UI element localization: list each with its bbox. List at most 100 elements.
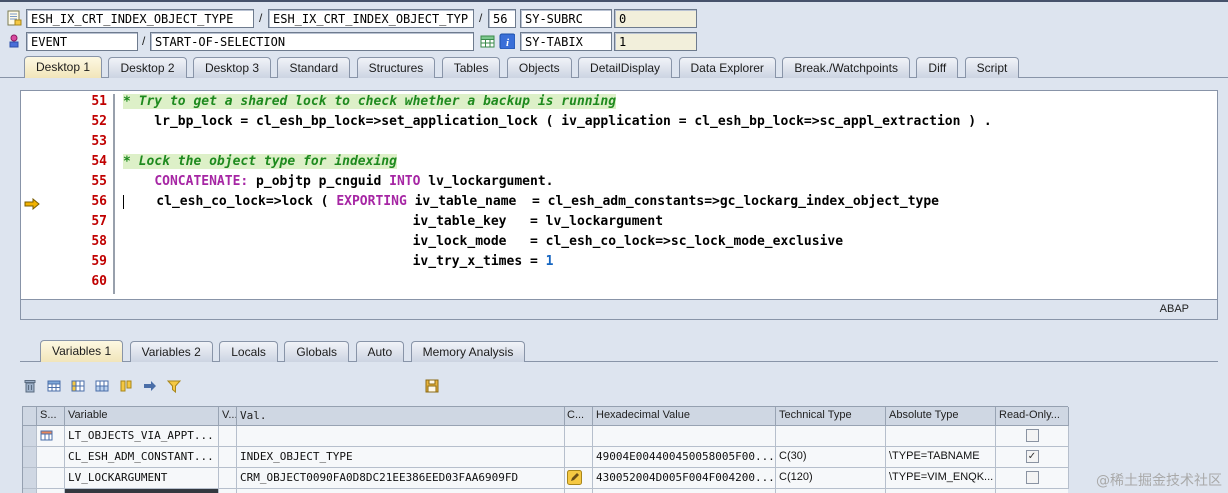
tab-tables[interactable]: Tables	[441, 57, 501, 78]
tab-detaildisplay[interactable]: DetailDisplay	[578, 57, 673, 78]
code-text[interactable]: lr_bp_lock = cl_esh_bp_lock=>set_applica…	[115, 114, 1217, 134]
tab-variables-2[interactable]: Variables 2	[129, 341, 213, 362]
line-field[interactable]	[488, 9, 516, 28]
table-select-icon[interactable]	[68, 376, 88, 396]
tab-auto[interactable]: Auto	[355, 341, 405, 362]
code-text[interactable]: iv_try_x_times = 1	[115, 254, 1217, 274]
row-selector[interactable]	[23, 426, 37, 447]
read-only-checkbox[interactable]	[1025, 471, 1039, 484]
tab-memory-analysis[interactable]: Memory Analysis	[410, 341, 526, 362]
table-row[interactable]: LT_OBJECTS_VIA_APPT...	[23, 426, 1069, 447]
col-val[interactable]: Val.	[237, 407, 565, 426]
tab-diff[interactable]: Diff	[916, 57, 959, 78]
col-v[interactable]: V...	[219, 407, 237, 426]
tab-objects[interactable]: Objects	[506, 57, 572, 78]
variable-value[interactable]: CRM_OBJECT0090FA0D8DC21EE386EED03FAA6909…	[237, 468, 565, 489]
tab-desktop-1[interactable]: Desktop 1	[24, 56, 103, 78]
breakpoint-gutter[interactable]	[21, 254, 61, 274]
include-field-2[interactable]	[268, 9, 474, 28]
event-type-field[interactable]	[26, 32, 138, 51]
table-row[interactable]: CL_ESH_ADM_CONSTANT... INDEX_OBJECT_TYPE…	[23, 447, 1069, 468]
read-only-checkbox[interactable]: ✓	[1025, 450, 1039, 463]
line-number: 57	[91, 214, 107, 229]
breakpoint-gutter[interactable]	[21, 134, 61, 154]
breakpoint-gutter[interactable]	[21, 94, 61, 114]
col-s[interactable]: S...	[37, 407, 65, 426]
code-line: 55 CONCATENATE: p_objtp p_cnguid INTO lv…	[21, 174, 1217, 194]
event-name-field[interactable]	[150, 32, 474, 51]
code-text[interactable]	[115, 274, 1217, 294]
breakpoint-gutter[interactable]	[21, 194, 61, 214]
current-statement-arrow-icon	[24, 198, 40, 210]
breakpoint-gutter[interactable]	[21, 274, 61, 294]
code-text[interactable]: iv_table_key = lv_lockargument	[115, 214, 1217, 234]
variables-table: S... Variable V... Val. C... Hexadecimal…	[22, 406, 1069, 493]
info-icon[interactable]: i	[499, 33, 515, 49]
swap-icon[interactable]	[140, 376, 160, 396]
separator: /	[479, 11, 483, 25]
tab-desktop-2[interactable]: Desktop 2	[108, 57, 187, 78]
tab-variables-1[interactable]: Variables 1	[40, 340, 124, 362]
row-selector[interactable]	[23, 468, 37, 489]
tab-globals[interactable]: Globals	[284, 341, 350, 362]
code-text[interactable]: iv_lock_mode = cl_esh_co_lock=>sc_lock_m…	[115, 234, 1217, 254]
tab-locals[interactable]: Locals	[219, 341, 278, 362]
col-technical-type[interactable]: Technical Type	[776, 407, 886, 426]
save-layout-icon[interactable]	[422, 376, 442, 396]
col-c[interactable]: C...	[565, 407, 593, 426]
include-field[interactable]	[26, 9, 254, 28]
tab-desktop-3[interactable]: Desktop 3	[192, 57, 271, 78]
tab-standard[interactable]: Standard	[277, 57, 351, 78]
code-line: 51 * Try to get a shared lock to check wh…	[21, 94, 1217, 114]
col-hex[interactable]: Hexadecimal Value	[593, 407, 776, 426]
code-line: 60	[21, 274, 1217, 294]
sort-icon[interactable]	[116, 376, 136, 396]
row-selector[interactable]	[23, 447, 37, 468]
col-variable[interactable]: Variable	[65, 407, 219, 426]
variable-name-edit-cell[interactable]	[65, 489, 219, 493]
variable-name[interactable]: LV_LOCKARGUMENT	[65, 468, 219, 489]
tab-structures[interactable]: Structures	[356, 57, 436, 78]
code-editor[interactable]: 51 * Try to get a shared lock to check wh…	[20, 90, 1218, 300]
line-number: 52	[91, 114, 107, 129]
code-line: 58 iv_lock_mode = cl_esh_co_lock=>sc_loc…	[21, 234, 1217, 254]
variable-name[interactable]: CL_ESH_ADM_CONSTANT...	[65, 447, 219, 468]
sy-tabix-field[interactable]	[520, 32, 612, 51]
code-line-current: 56 cl_esh_co_lock=>lock ( EXPORTING iv_t…	[21, 194, 1217, 214]
breakpoint-gutter[interactable]	[21, 154, 61, 174]
sy-subrc-field[interactable]	[520, 9, 612, 28]
line-number: 55	[91, 174, 107, 189]
breakpoint-gutter[interactable]	[21, 234, 61, 254]
breakpoint-gutter[interactable]	[21, 114, 61, 134]
col-select[interactable]	[23, 407, 37, 426]
code-text[interactable]: * Lock the object type for indexing	[115, 154, 1217, 174]
breakpoint-gutter[interactable]	[21, 174, 61, 194]
filter-icon[interactable]	[164, 376, 184, 396]
col-absolute-type[interactable]: Absolute Type	[886, 407, 996, 426]
separator: /	[259, 11, 263, 25]
tab-data-explorer[interactable]: Data Explorer	[678, 57, 776, 78]
absolute-type: \TYPE=VIM_ENQK...	[886, 468, 996, 489]
pencil-icon[interactable]	[567, 470, 582, 485]
code-text[interactable]	[115, 134, 1217, 154]
code-line: 53	[21, 134, 1217, 154]
col-read-only[interactable]: Read-Only...	[996, 407, 1069, 426]
code-text[interactable]: * Try to get a shared lock to check whet…	[115, 94, 1217, 114]
table-settings-icon[interactable]	[44, 376, 64, 396]
tab-script[interactable]: Script	[964, 57, 1020, 78]
table-columns-icon[interactable]	[92, 376, 112, 396]
table-row-partial[interactable]	[23, 489, 1068, 493]
structure-display-icon[interactable]	[479, 33, 495, 49]
code-text[interactable]: CONCATENATE: p_objtp p_cnguid INTO lv_lo…	[115, 174, 1217, 194]
variable-value[interactable]: INDEX_OBJECT_TYPE	[237, 447, 565, 468]
delete-icon[interactable]	[20, 376, 40, 396]
breakpoint-gutter[interactable]	[21, 214, 61, 234]
code-text[interactable]: cl_esh_co_lock=>lock ( EXPORTING iv_tabl…	[115, 194, 1217, 214]
table-row[interactable]: LV_LOCKARGUMENT CRM_OBJECT0090FA0D8DC21E…	[23, 468, 1069, 489]
code-line: 57 iv_table_key = lv_lockargument	[21, 214, 1217, 234]
variable-name[interactable]: LT_OBJECTS_VIA_APPT...	[65, 426, 219, 447]
variable-value[interactable]	[237, 426, 565, 447]
tab-break-watchpoints[interactable]: Break./Watchpoints	[782, 57, 910, 78]
line-number: 54	[91, 154, 107, 169]
read-only-checkbox[interactable]	[1025, 429, 1039, 442]
